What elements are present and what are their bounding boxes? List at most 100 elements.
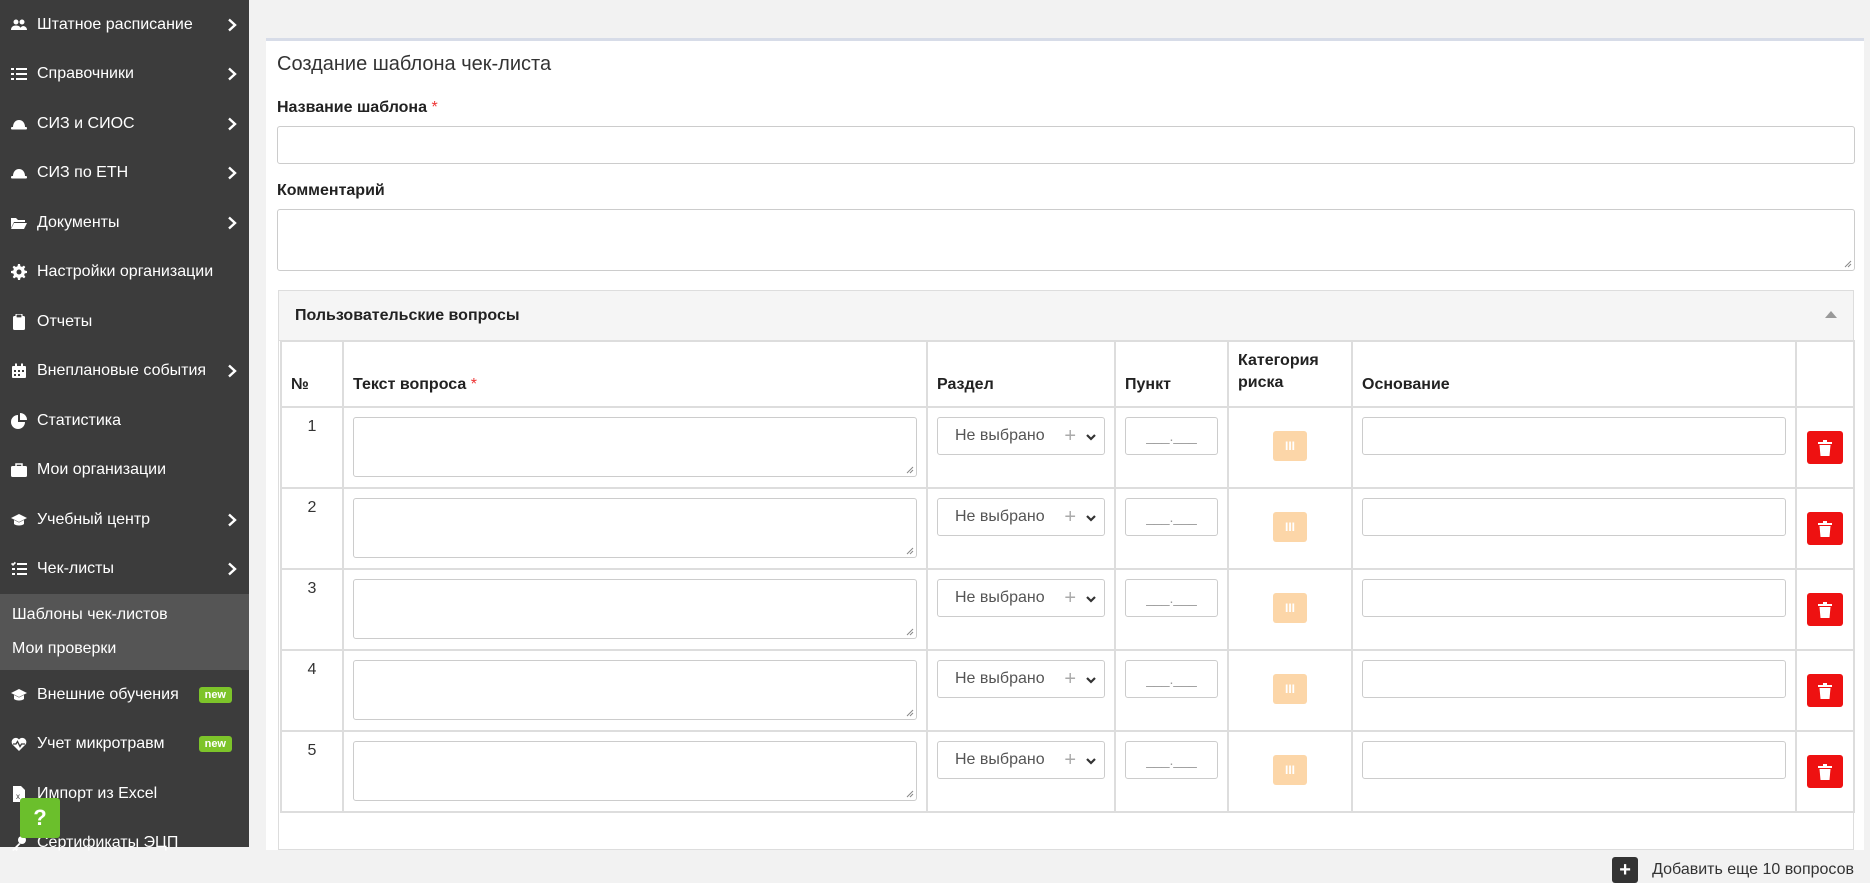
actions-cell <box>1795 406 1855 489</box>
sidebar-item-label: Отчеты <box>37 312 93 330</box>
risk-category-button[interactable]: III <box>1273 755 1307 785</box>
basis-cell <box>1351 568 1797 651</box>
sidebar-item[interactable]: Учебный центр <box>0 495 249 545</box>
collapse-caret-icon[interactable] <box>1825 311 1837 318</box>
sidebar-item[interactable]: Внешние обучения new <box>0 670 249 720</box>
add-section-icon[interactable]: + <box>1064 669 1076 689</box>
resize-grip-icon[interactable] <box>906 547 914 555</box>
add-section-icon[interactable]: + <box>1064 750 1076 770</box>
section-cell: Не выбрано + <box>926 568 1116 651</box>
question-text-cell <box>342 568 928 651</box>
delete-button[interactable] <box>1807 593 1843 626</box>
sidebar-item-label: Статистика <box>37 411 122 429</box>
trash-icon <box>1818 682 1832 699</box>
point-input[interactable]: ___.___ <box>1125 579 1218 617</box>
sidebar-item-label: Штатное расписание <box>37 15 193 33</box>
sidebar-item[interactable]: Справочники <box>0 50 249 100</box>
help-button[interactable]: ? <box>20 798 60 838</box>
section-select[interactable]: Не выбрано + <box>937 579 1105 617</box>
question-text-input[interactable] <box>353 417 917 477</box>
sidebar-item-label: Внеплановые события <box>37 362 207 380</box>
sidebar-item[interactable]: Внеплановые события <box>0 347 249 397</box>
trash-icon <box>1818 520 1832 537</box>
add-more-questions-button[interactable]: + Добавить еще 10 вопросов <box>1612 857 1854 883</box>
chevron-down-icon <box>1085 430 1097 442</box>
risk-category-button[interactable]: III <box>1273 431 1307 461</box>
panel-header[interactable]: Пользовательские вопросы <box>279 291 1853 341</box>
resize-grip-icon[interactable] <box>1844 260 1852 268</box>
basis-input[interactable] <box>1362 741 1786 779</box>
question-text-input[interactable] <box>353 741 917 801</box>
sidebar-item[interactable]: Документы <box>0 198 249 248</box>
col-header-section: Раздел <box>926 340 1116 408</box>
new-badge: new <box>198 736 232 753</box>
basis-input[interactable] <box>1362 498 1786 536</box>
point-input[interactable]: ___.___ <box>1125 741 1218 779</box>
basis-input[interactable] <box>1362 417 1786 455</box>
sidebar-item-label: Чек-листы <box>37 560 114 578</box>
comment-textarea[interactable] <box>277 209 1855 271</box>
resize-grip-icon[interactable] <box>906 466 914 474</box>
sidebar-item-label: СИЗ по ЕТН <box>37 164 129 182</box>
question-text-input[interactable] <box>353 498 917 558</box>
col-header-text: Текст вопроса * <box>342 340 928 408</box>
point-input[interactable]: ___.___ <box>1125 498 1218 536</box>
point-input[interactable]: ___.___ <box>1125 417 1218 455</box>
pie-chart-icon <box>10 412 27 429</box>
submenu-item-templates[interactable]: Шаблоны чек-листов <box>0 598 249 632</box>
section-select[interactable]: Не выбрано + <box>937 741 1105 779</box>
risk-category-button[interactable]: III <box>1273 512 1307 542</box>
sidebar-item-label: Документы <box>37 213 120 231</box>
graduation-cap-icon <box>10 511 27 528</box>
section-select[interactable]: Не выбрано + <box>937 660 1105 698</box>
sidebar-item[interactable]: Отчеты <box>0 297 249 347</box>
section-select[interactable]: Не выбрано + <box>937 498 1105 536</box>
sidebar-item-label: Справочники <box>37 65 134 83</box>
add-section-icon[interactable]: + <box>1064 426 1076 446</box>
sidebar-item-label: Учет микротравм <box>37 735 165 753</box>
sidebar-item[interactable]: Чек-листы <box>0 545 249 595</box>
gear-icon <box>10 264 27 281</box>
risk-category-button[interactable]: III <box>1273 674 1307 704</box>
chevron-right-icon <box>225 166 239 180</box>
resize-grip-icon[interactable] <box>906 709 914 717</box>
resize-grip-icon[interactable] <box>906 628 914 636</box>
add-section-icon[interactable]: + <box>1064 507 1076 527</box>
sidebar-item[interactable]: Статистика <box>0 396 249 446</box>
sidebar-item[interactable]: СИЗ по ЕТН <box>0 149 249 199</box>
delete-button[interactable] <box>1807 512 1843 545</box>
basis-input[interactable] <box>1362 579 1786 617</box>
section-select-value: Не выбрано <box>955 670 1045 687</box>
section-select-value: Не выбрано <box>955 427 1045 444</box>
basis-cell <box>1351 730 1797 813</box>
sidebar-item[interactable]: Учет микротравм new <box>0 720 249 770</box>
sidebar-item[interactable]: Настройки организации <box>0 248 249 298</box>
basis-input[interactable] <box>1362 660 1786 698</box>
delete-button[interactable] <box>1807 755 1843 788</box>
template-name-label-text: Название шаблона <box>277 99 427 116</box>
point-input[interactable]: ___.___ <box>1125 660 1218 698</box>
delete-button[interactable] <box>1807 674 1843 707</box>
add-section-icon[interactable]: + <box>1064 588 1076 608</box>
resize-grip-icon[interactable] <box>906 790 914 798</box>
sidebar-item-label: Учебный центр <box>37 510 151 528</box>
chevron-right-icon <box>225 364 239 378</box>
sidebar-item[interactable]: Штатное расписание <box>0 0 249 50</box>
question-text-input[interactable] <box>353 579 917 639</box>
sidebar: Штатное расписание Справочники СИЗ и СИОС С… <box>0 0 249 852</box>
delete-button[interactable] <box>1807 431 1843 464</box>
required-mark: * <box>431 99 438 116</box>
graduation-cap-icon <box>10 686 27 703</box>
sidebar-item[interactable]: Мои организации <box>0 446 249 496</box>
table-row: 1 Не выбрано + ___.___ III <box>280 406 1855 489</box>
submenu-item-my-checks[interactable]: Мои проверки <box>0 632 249 666</box>
question-text-input[interactable] <box>353 660 917 720</box>
section-select-value: Не выбрано <box>955 751 1045 768</box>
trash-icon <box>1818 439 1832 456</box>
template-name-input[interactable] <box>277 126 1855 164</box>
chevron-right-icon <box>225 18 239 32</box>
heartbeat-icon <box>10 736 27 753</box>
section-select[interactable]: Не выбрано + <box>937 417 1105 455</box>
risk-category-button[interactable]: III <box>1273 593 1307 623</box>
sidebar-item[interactable]: СИЗ и СИОС <box>0 99 249 149</box>
